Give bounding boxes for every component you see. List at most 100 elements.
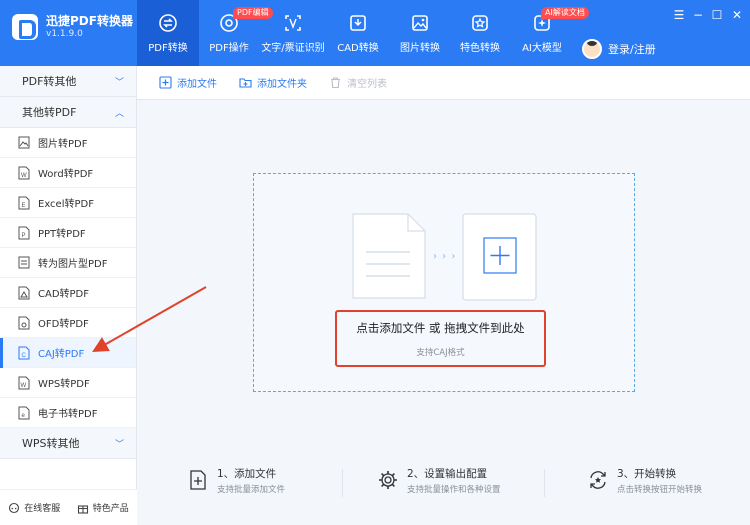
sidebar-item-label: 电子书转PDF: [38, 409, 98, 420]
section-label: PDF转其他: [22, 75, 77, 88]
wps-file-icon: W: [18, 376, 30, 390]
nav-ocr[interactable]: 文字/票证识别: [260, 0, 326, 66]
ocr-frame-icon: [282, 12, 304, 34]
nav-label: PDF操作: [209, 43, 249, 54]
sidebar-item-ppt-to-pdf[interactable]: P PPT转PDF: [0, 218, 136, 248]
sidebar-item-label: 图片转PDF: [38, 139, 88, 150]
sidebar-item-cad-to-pdf[interactable]: CAD转PDF: [0, 278, 136, 308]
featured-products-link[interactable]: 特色产品: [77, 501, 129, 514]
app-version: v1.1.9.0: [46, 29, 83, 39]
add-folder-button[interactable]: 添加文件夹: [239, 75, 307, 90]
nav-cad-convert[interactable]: CAD转换: [334, 0, 382, 66]
section-wps-to-other[interactable]: WPS转其他 ﹀: [0, 428, 136, 459]
nav-label: 特色转换: [460, 43, 500, 54]
nav-label: 图片转换: [400, 43, 440, 54]
ppt-file-icon: P: [18, 226, 30, 240]
sidebar-item-label: OFD转PDF: [38, 319, 89, 330]
gear-icon: [379, 471, 397, 489]
add-folder-icon: [239, 78, 252, 88]
minimize-button[interactable]: −: [690, 8, 706, 22]
maximize-button[interactable]: ☐: [709, 8, 725, 22]
app-logo-icon: [12, 14, 38, 40]
step-add-file: 1、添加文件 支持批量添加文件: [187, 467, 285, 497]
login-button[interactable]: 登录/注册: [582, 39, 656, 59]
sidebar-item-label: CAJ转PDF: [38, 349, 85, 360]
caj-file-icon: C: [18, 346, 30, 360]
add-file-label: 添加文件: [177, 79, 217, 90]
excel-file-icon: E: [18, 196, 30, 210]
step-start-convert: 3、开始转换 点击转换按钮开始转换: [587, 467, 702, 497]
add-file-icon: [190, 470, 206, 490]
clear-list-button[interactable]: 清空列表: [329, 75, 387, 90]
nav-feature-convert[interactable]: 特色转换: [456, 0, 504, 66]
nav-image-convert[interactable]: 图片转换: [396, 0, 444, 66]
sidebar-item-word-to-pdf[interactable]: W Word转PDF: [0, 158, 136, 188]
cad-convert-icon: [347, 12, 369, 34]
step-desc: 点击转换按钮开始转换: [617, 485, 703, 495]
svg-text:W: W: [21, 173, 27, 179]
nav-label: 文字/票证识别: [261, 43, 325, 54]
ai-badge: AI解读文档: [541, 7, 589, 19]
svg-text:W: W: [21, 383, 27, 389]
step-desc: 支持批量添加文件: [217, 485, 286, 495]
divider: [544, 469, 545, 497]
gift-icon: [77, 504, 88, 514]
sidebar-item-wps-to-pdf[interactable]: W WPS转PDF: [0, 368, 136, 398]
sidebar-item-label: CAD转PDF: [38, 289, 90, 300]
ebook-file-icon: e: [18, 406, 30, 420]
nav-label: PDF转换: [148, 43, 188, 54]
nav-label: CAD转换: [337, 43, 379, 54]
sidebar-footer: 在线客服 特色产品: [0, 489, 137, 525]
sidebar-item-caj-to-pdf[interactable]: C CAJ转PDF: [0, 338, 136, 368]
image-pdf-file-icon: [18, 256, 30, 270]
section-pdf-to-other[interactable]: PDF转其他 ﹀: [0, 66, 136, 97]
flow-arrows: › › ›: [433, 251, 457, 262]
drop-hint-text: 点击添加文件 或 拖拽文件到此处: [356, 321, 525, 335]
step-title: 1、添加文件: [217, 468, 277, 480]
chevron-up-icon: ︿: [114, 108, 124, 119]
svg-text:E: E: [22, 203, 26, 209]
section-other-to-pdf[interactable]: 其他转PDF ︿: [0, 97, 136, 128]
app-title: 迅捷PDF转换器: [46, 14, 133, 28]
sidebar-item-label: Excel转PDF: [38, 199, 94, 210]
convert-icon: [590, 471, 606, 489]
ofd-file-icon: [18, 316, 30, 330]
steps-bar: 1、添加文件 支持批量添加文件 2、设置输出配置 支持批量操作和各种设置 3、开…: [137, 455, 750, 510]
add-file-button[interactable]: 添加文件: [159, 75, 217, 90]
image-file-icon: [18, 136, 30, 150]
cad-file-icon: [18, 286, 30, 300]
sidebar-item-excel-to-pdf[interactable]: E Excel转PDF: [0, 188, 136, 218]
sidebar-item-ebook-to-pdf[interactable]: e 电子书转PDF: [0, 398, 136, 428]
sidebar-item-to-image-pdf[interactable]: 转为图片型PDF: [0, 248, 136, 278]
drop-hint-box[interactable]: 点击添加文件 或 拖拽文件到此处 支持CAJ格式: [335, 310, 546, 367]
nav-label: AI大模型: [522, 43, 562, 54]
close-button[interactable]: ✕: [729, 8, 745, 22]
chevron-down-icon: ﹀: [114, 77, 124, 88]
step-title: 3、开始转换: [617, 468, 677, 480]
sidebar-item-label: PPT转PDF: [38, 229, 86, 240]
toolbar: 添加文件 添加文件夹 清空列表: [137, 66, 750, 100]
trash-icon: [331, 77, 340, 89]
sidebar-item-label: 转为图片型PDF: [38, 259, 108, 270]
brand: 迅捷PDF转换器 v1.1.9.0: [12, 14, 133, 40]
menu-icon[interactable]: ☰: [671, 8, 687, 22]
svg-text:C: C: [22, 353, 27, 359]
feature-convert-icon: [469, 12, 491, 34]
image-convert-icon: [409, 12, 431, 34]
document-icon: [352, 213, 426, 299]
step-desc: 支持批量操作和各种设置: [407, 485, 501, 495]
sidebar-item-label: Word转PDF: [38, 169, 94, 180]
sidebar: PDF转其他 ﹀ 其他转PDF ︿ 图片转PDF W Word转PDF E Ex…: [0, 66, 137, 525]
top-navigation-bar: 迅捷PDF转换器 v1.1.9.0 PDF转换 PDF操作 PDF编辑 文字/票…: [0, 0, 750, 66]
svg-text:e: e: [22, 413, 26, 419]
pdf-convert-icon: [157, 12, 179, 34]
sidebar-item-ofd-to-pdf[interactable]: OFD转PDF: [0, 308, 136, 338]
section-label: WPS转其他: [22, 437, 80, 450]
sidebar-item-label: WPS转PDF: [38, 379, 90, 390]
word-file-icon: W: [18, 166, 30, 180]
online-service-link[interactable]: 在线客服: [8, 501, 60, 514]
online-service-label: 在线客服: [24, 504, 61, 514]
svg-text:P: P: [22, 233, 26, 239]
nav-pdf-convert[interactable]: PDF转换: [137, 0, 199, 66]
sidebar-item-image-to-pdf[interactable]: 图片转PDF: [0, 128, 136, 158]
